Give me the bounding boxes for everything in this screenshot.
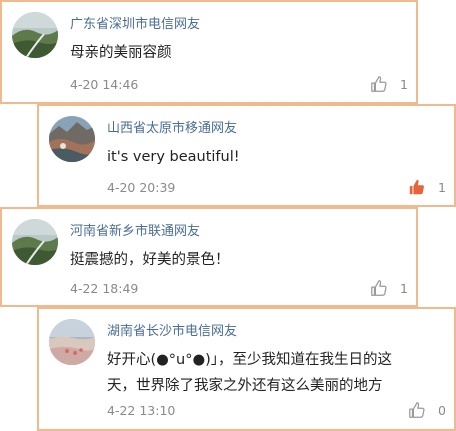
thumbs-up-icon [409, 402, 425, 418]
username[interactable]: 湖南省长沙市电信网友 [107, 320, 237, 339]
like-count: 1 [438, 179, 446, 195]
comment-card: 湖南省长沙市电信网友 好开心(●°u°●)」，至少我知道在我生日的这 天，世界除… [37, 307, 456, 431]
thumbs-up-icon [371, 76, 387, 92]
like-count: 0 [438, 402, 446, 418]
comment-text: 好开心(●°u°●)」，至少我知道在我生日的这 天，世界除了我家之外还有这么美丽… [107, 347, 392, 399]
comment-text-line: 好开心(●°u°●)」，至少我知道在我生日的这 [107, 352, 393, 368]
like-button[interactable]: 1 [408, 178, 446, 196]
avatar[interactable] [49, 319, 95, 365]
comment-time: 4-22 13:10 [107, 403, 176, 418]
avatar[interactable] [12, 12, 58, 58]
username[interactable]: 河南省新乡市联通网友 [70, 220, 200, 239]
avatar[interactable] [12, 219, 58, 265]
like-button[interactable]: 0 [408, 401, 446, 419]
comment-text: 挺震撼的，好美的景色！ [70, 252, 230, 268]
comment-time: 4-20 20:39 [107, 180, 176, 195]
like-count: 1 [400, 280, 408, 296]
like-button[interactable]: 1 [370, 75, 408, 93]
comment-text: it's very beautiful! [107, 149, 240, 165]
comment-card: 广东省深圳市电信网友 母亲的美丽容颜 4-20 14:46 1 [0, 0, 418, 104]
comment-card: 河南省新乡市联通网友 挺震撼的，好美的景色！ 4-22 18:49 1 [0, 207, 418, 307]
comment-card: 山西省太原市移通网友 it's very beautiful! 4-20 20:… [37, 104, 456, 207]
comment-text: 母亲的美丽容颜 [70, 45, 172, 61]
thumbs-up-icon [409, 179, 425, 195]
avatar[interactable] [49, 116, 95, 162]
username[interactable]: 山西省太原市移通网友 [107, 117, 237, 136]
comment-time: 4-22 18:49 [70, 281, 139, 296]
thumbs-up-icon [371, 280, 387, 296]
comment-text-line: 天，世界除了我家之外还有这么美丽的地方 [107, 378, 383, 394]
username[interactable]: 广东省深圳市电信网友 [70, 13, 200, 32]
like-button[interactable]: 1 [370, 279, 408, 297]
comment-time: 4-20 14:46 [70, 77, 139, 92]
like-count: 1 [400, 76, 408, 92]
